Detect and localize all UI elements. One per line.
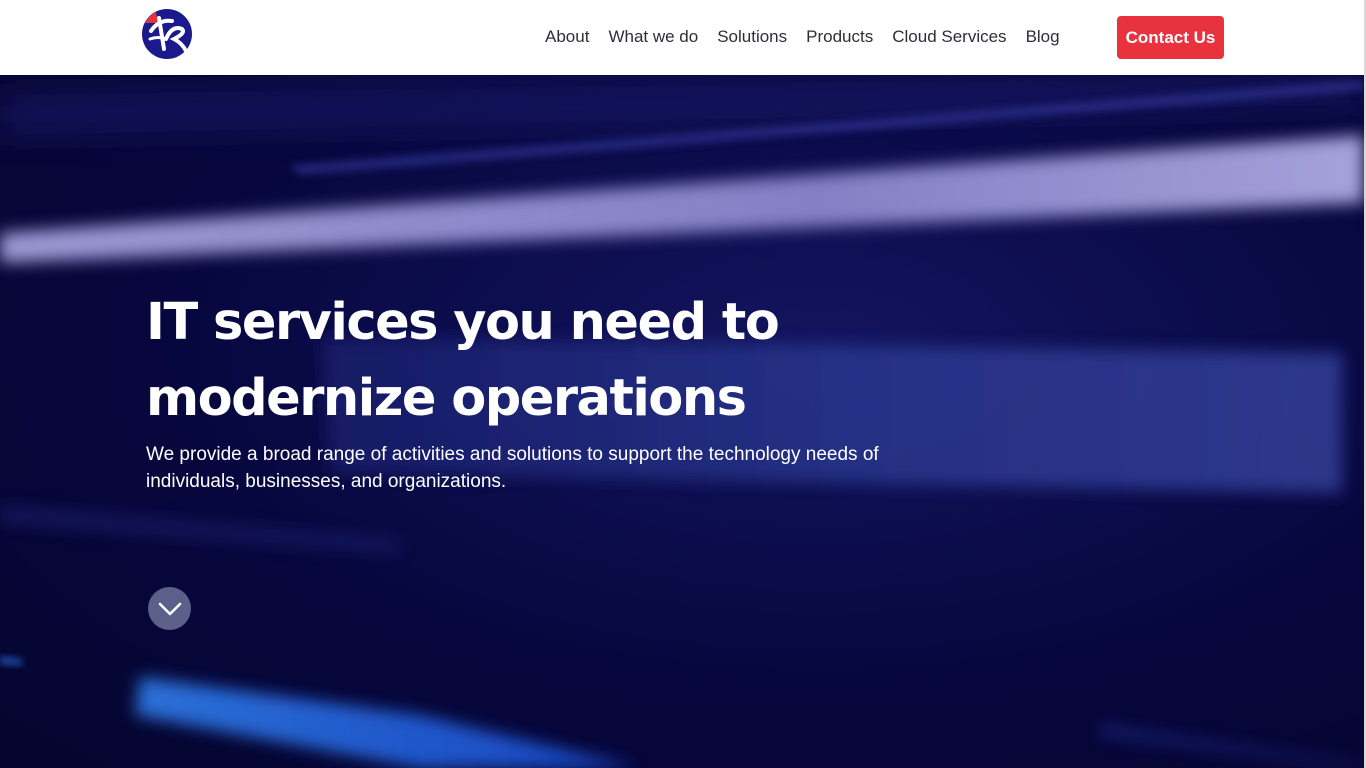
site-header: About What we do Solutions Products Clou… (0, 0, 1364, 75)
company-logo-icon (142, 9, 192, 59)
scroll-down-button[interactable] (148, 587, 191, 630)
hero-subtitle-line-2: individuals, businesses, and organizatio… (146, 471, 507, 492)
nav-item-cloud-services[interactable]: Cloud Services (892, 26, 1006, 48)
hero-title: IT services you need to modernize operat… (146, 285, 866, 437)
nav-item-about[interactable]: About (545, 26, 589, 48)
hero-title-line-1: IT services you need to (146, 293, 780, 352)
company-logo[interactable] (142, 9, 192, 59)
contact-us-button[interactable]: Contact Us (1117, 16, 1224, 59)
hero-subtitle-line-1: We provide a broad range of activities a… (146, 444, 879, 465)
hero-section: IT services you need to modernize operat… (0, 75, 1364, 768)
main-nav: About What we do Solutions Products Clou… (545, 26, 1079, 48)
chevron-down-icon (158, 602, 181, 615)
nav-item-what-we-do[interactable]: What we do (608, 26, 698, 48)
nav-item-blog[interactable]: Blog (1026, 26, 1060, 48)
nav-item-products[interactable]: Products (806, 26, 873, 48)
hero-subtitle: We provide a broad range of activities a… (146, 441, 966, 495)
nav-item-solutions[interactable]: Solutions (717, 26, 787, 48)
hero-title-line-2: modernize operations (146, 369, 747, 428)
